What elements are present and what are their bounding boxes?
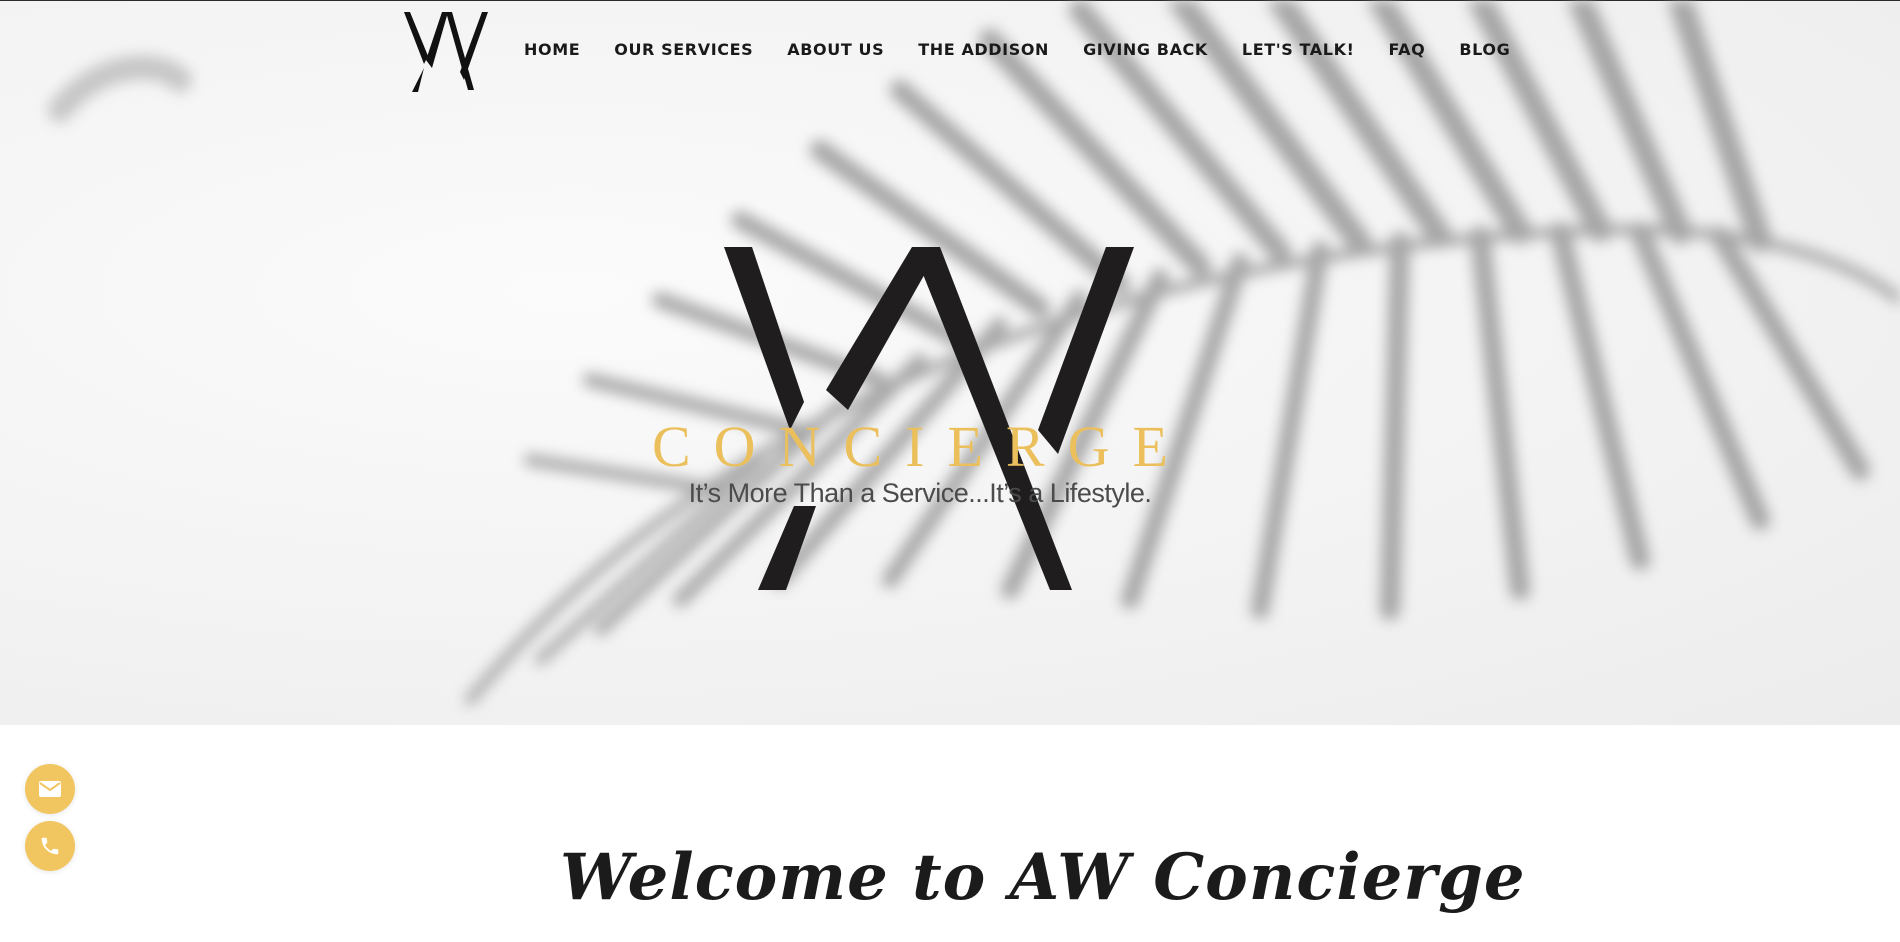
phone-icon [41, 837, 59, 855]
nav-faq[interactable]: FAQ [1388, 38, 1425, 62]
envelope-icon [39, 781, 61, 797]
page: HOME OUR SERVICES ABOUT US THE ADDISON G… [0, 0, 1900, 942]
nav-about-us[interactable]: ABOUT US [787, 38, 884, 62]
phone-button[interactable] [25, 821, 75, 871]
welcome-heading: Welcome to AW Concierge [560, 839, 1526, 915]
aw-monogram-icon[interactable] [402, 8, 492, 92]
nav-home[interactable]: HOME [524, 38, 580, 62]
hero-tagline: It’s More Than a Service...It’s a Lifest… [688, 478, 1152, 508]
nav-our-services[interactable]: OUR SERVICES [614, 38, 753, 62]
email-button[interactable] [25, 764, 75, 814]
main-nav: HOME OUR SERVICES ABOUT US THE ADDISON G… [524, 38, 1544, 62]
nav-blog[interactable]: BLOG [1459, 38, 1510, 62]
nav-lets-talk[interactable]: LET'S TALK! [1242, 38, 1355, 62]
nav-giving-back[interactable]: GIVING BACK [1083, 38, 1208, 62]
hero-banner: HOME OUR SERVICES ABOUT US THE ADDISON G… [0, 0, 1900, 725]
brand-wordmark: CONCIERGE [652, 414, 1191, 479]
nav-the-addison[interactable]: THE ADDISON [918, 38, 1049, 62]
